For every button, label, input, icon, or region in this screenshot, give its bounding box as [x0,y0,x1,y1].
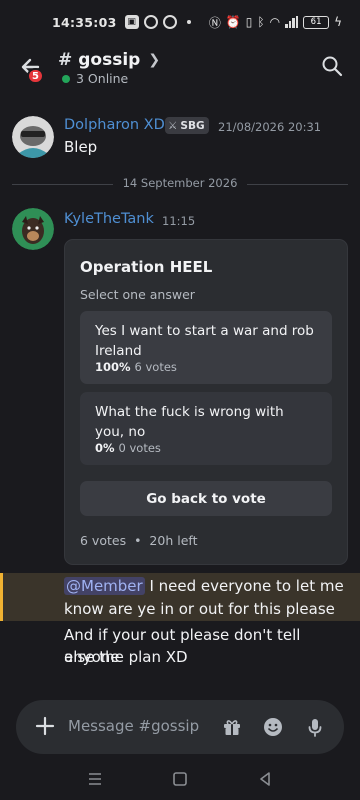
wifi-icon: ◠ [269,15,281,29]
poll-total-votes: 6 votes [80,533,127,548]
sword-icon: ⚔ [168,119,178,132]
online-count: 3 Online [76,71,129,86]
poll-option-percent: 100% [95,360,131,374]
system-nav-bar [0,760,360,800]
discord-notification-icon [162,15,177,29]
channel-name: gossip [78,50,141,70]
guild-tag-label: SBG [180,119,205,132]
poll-option-result: 100% 6 votes [95,360,177,374]
message-input[interactable] [68,715,208,737]
guild-tag-badge[interactable]: ⚔ SBG [165,117,209,134]
message-text-line: I need everyone to let me [144,577,344,595]
status-time: 14:35:03 [52,14,117,30]
channel-title[interactable]: # gossip ❯ [58,50,160,70]
signal-icon [285,16,299,28]
messenger-icon [143,15,158,29]
avatar[interactable] [12,208,54,250]
vibrate-icon: ▯ [245,15,253,29]
poll-option[interactable]: Yes I want to start a war and rob Irelan… [80,311,332,384]
nfc-icon: Ⓝ [208,15,221,30]
menu-icon[interactable] [84,768,106,790]
poll-hint: Select one answer [80,287,195,302]
charging-icon: ϟ [334,15,342,29]
status-notification-icons: ▣ [124,15,196,29]
poll-time-left: 20h left [149,533,198,548]
poll-option-votes: 6 votes [134,360,177,374]
search-icon[interactable] [320,54,344,78]
channel-hash-icon: # [58,50,73,70]
poll-option-votes: 0 votes [118,441,161,455]
plus-icon[interactable] [34,715,56,737]
poll-option-text: What the fuck is wrong with you, no [95,404,284,440]
battery-icon: 61 [303,15,330,29]
alarm-icon: ⏰ [225,15,241,29]
role-mention[interactable]: @Member [64,577,145,595]
poll-separator: • [134,533,142,548]
go-back-to-vote-button[interactable]: Go back to vote [80,481,332,516]
more-notifications-dot-icon [186,20,191,24]
poll-option-percent: 0% [95,441,115,455]
chevron-right-icon: ❯ [148,52,161,68]
notification-app-icon: ▣ [124,15,139,29]
poll-option[interactable]: What the fuck is wrong with you, no 0% 0 … [80,392,332,465]
poll-option-text: Yes I want to start a war and rob Irelan… [95,323,314,359]
microphone-icon[interactable] [304,716,326,738]
message-text: @Member I need everyone to let me [64,575,344,597]
date-divider-label: 14 September 2026 [112,176,248,190]
poll-card: Operation HEEL Select one answer Yes I w… [64,239,348,565]
status-bar: 14:35:03 ▣ Ⓝ ⏰ ▯ ᛒ ◠ 61 ϟ [0,0,360,44]
message-text-line: know are ye in or out for this please [64,600,335,618]
online-dot-icon [62,74,70,83]
message-composer [16,700,344,754]
message-timestamp: 11:15 [162,214,196,228]
message-timestamp: 21/08/2026 20:31 [218,120,322,134]
gift-icon[interactable] [221,716,243,738]
unread-count-badge: 5 [27,68,44,84]
online-status: 3 Online [62,71,128,86]
poll-option-result: 0% 0 votes [95,441,161,455]
home-icon[interactable] [169,768,191,790]
message-author[interactable]: Dolpharon XD [64,117,165,133]
poll-footer: 6 votes • 20h left [80,533,197,548]
poll-question: Operation HEEL [80,258,213,276]
bluetooth-icon: ᛒ [257,15,265,29]
message-text: Blep [64,138,98,156]
back-icon[interactable] [254,768,276,790]
emoji-icon[interactable] [262,716,284,738]
avatar[interactable] [12,116,54,158]
status-system-icons: Ⓝ ⏰ ▯ ᛒ ◠ 61 ϟ [209,14,342,31]
message-text-line: else the plan XD [64,648,188,666]
message-author[interactable]: KyleTheTank [64,211,154,227]
channel-header: 5 # gossip ❯ 3 Online [0,44,360,98]
date-divider: 14 September 2026 [0,176,360,190]
